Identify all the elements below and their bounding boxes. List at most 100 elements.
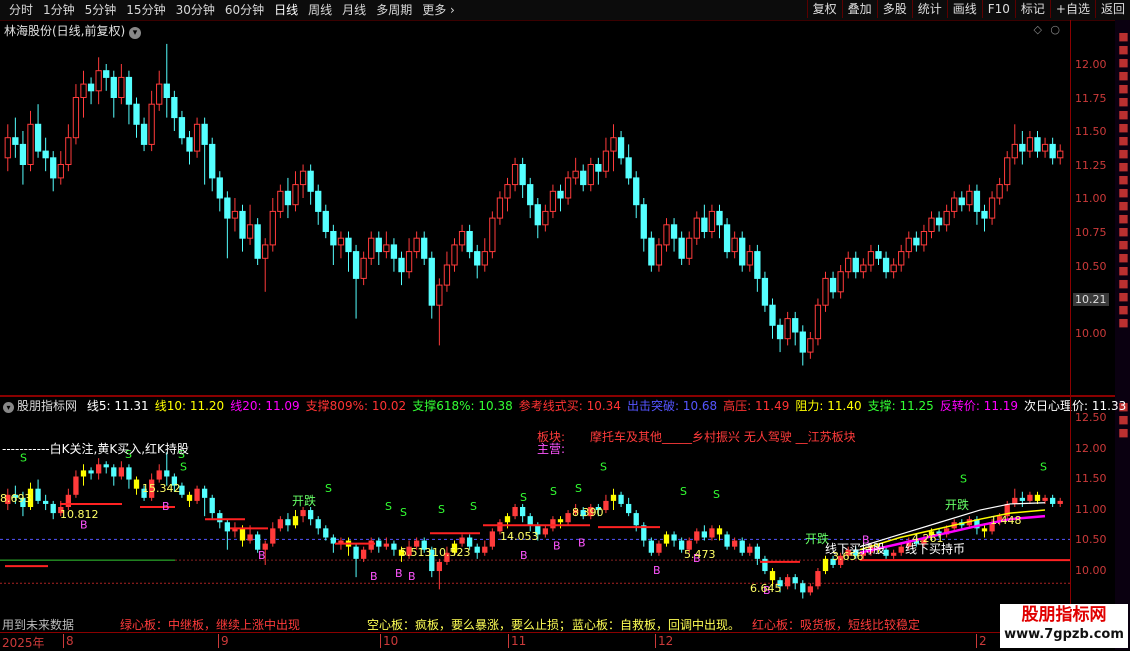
- ind-candle: [557, 519, 564, 523]
- mark-button[interactable]: 标记: [1014, 0, 1050, 18]
- ytick: 10.00: [1075, 327, 1107, 340]
- indicator-value: 参考线式买: 10.34: [518, 399, 621, 413]
- candle-down: [171, 97, 178, 119]
- candle-down: [254, 224, 261, 259]
- candle-up: [943, 210, 950, 226]
- candle-up: [860, 264, 867, 273]
- signal-value: 8.390: [572, 506, 604, 519]
- ind-candle: [663, 534, 670, 544]
- tab-daily[interactable]: 日线: [269, 2, 303, 18]
- watermark-url: www.7gpzb.com: [1004, 627, 1124, 642]
- candle-up: [602, 150, 610, 172]
- indicator-value: 支撑: 11.25: [867, 399, 934, 413]
- tab-5min[interactable]: 5分钟: [80, 2, 122, 18]
- candle-up: [511, 164, 519, 186]
- candle-down: [829, 277, 837, 293]
- ind-candle: [610, 494, 617, 501]
- ind-candle: [815, 571, 821, 587]
- sell-marker: S: [520, 491, 527, 504]
- tab-more[interactable]: 更多 ›: [417, 2, 460, 18]
- multi-stock-button[interactable]: 多股: [876, 0, 912, 18]
- sell-marker: S: [385, 500, 392, 513]
- candle-up: [587, 164, 594, 186]
- stats-button[interactable]: 统计: [911, 0, 947, 18]
- candle-up: [27, 123, 34, 166]
- indicator-menu-icon[interactable]: ▾: [3, 402, 14, 413]
- ind-candle: [807, 586, 814, 593]
- right-info-strip: ■■■■■■■■■■■■■■■■■■■■■■■ ■■■: [1115, 20, 1130, 650]
- sell-marker: S: [400, 506, 407, 519]
- main-kline-panel[interactable]: 林海股份(日线,前复权) ▾ ◇ ○: [0, 20, 1070, 395]
- ind-candle: [754, 546, 761, 559]
- candle-down: [209, 143, 216, 179]
- board-legend: 用到未来数据 绿心板：中继板，继续上涨中出现 空心板：疯板，要么暴涨，要么止损；…: [0, 614, 1115, 632]
- candle-up: [1026, 137, 1034, 152]
- ind-candle: [277, 519, 284, 529]
- candle-up: [80, 83, 87, 98]
- ind-candle: [164, 470, 170, 477]
- tab-60min[interactable]: 60分钟: [220, 2, 269, 18]
- ind-candle: [694, 531, 700, 541]
- candle-up: [65, 137, 72, 165]
- ind-candle: [724, 534, 730, 547]
- tab-15min[interactable]: 15分钟: [121, 2, 170, 18]
- signal-value: 3.656: [832, 550, 864, 563]
- candle-up: [443, 264, 451, 286]
- ind-candle: [292, 516, 299, 526]
- signal-value: 4.261: [912, 532, 944, 545]
- candle-down: [776, 324, 784, 340]
- candle-up: [867, 251, 875, 266]
- candle-up: [951, 197, 958, 212]
- indicator-value: 阻力: 11.40: [795, 399, 862, 413]
- candle-up: [784, 318, 791, 340]
- candle-down: [716, 210, 723, 226]
- tab-weekly[interactable]: 周线: [303, 2, 337, 18]
- candle-down: [178, 117, 186, 139]
- indicator-header: ▾ 股朋指标网 线5: 11.31 线10: 11.20 线20: 11.09 支撑80…: [0, 397, 1126, 414]
- buy-marker: B: [162, 500, 170, 513]
- ind-candle: [201, 488, 208, 498]
- candle-up: [807, 338, 814, 353]
- candle-down: [670, 224, 678, 239]
- candle-up: [966, 190, 973, 206]
- ind-candle: [784, 577, 791, 587]
- fuquan-button[interactable]: 复权: [806, 0, 842, 18]
- ind-candle: [368, 540, 374, 550]
- stock-title[interactable]: 林海股份(日线,前复权) ▾: [4, 22, 142, 39]
- kline-tip: -----------白K关注,黄K买入,红K持股: [2, 442, 189, 456]
- candle-up: [1004, 157, 1011, 186]
- ind-candle: [739, 540, 745, 553]
- ind-candle: [1049, 497, 1056, 504]
- tab-fenshi[interactable]: 分时: [4, 2, 38, 18]
- tab-1min[interactable]: 1分钟: [38, 2, 80, 18]
- month-label: 9: [218, 634, 229, 648]
- draw-line-button[interactable]: 画线: [946, 0, 982, 18]
- candle-down: [322, 210, 329, 232]
- candle-down: [678, 237, 685, 259]
- ind-candle: [88, 470, 94, 474]
- tab-multi-period[interactable]: 多周期: [371, 2, 417, 18]
- signal-value: 10.812: [60, 508, 99, 521]
- indicator-panel[interactable]: SSSSSSSSSSSSSSSSSBBBBBBBBBBBBB ---------…: [0, 414, 1070, 614]
- ind-candle: [50, 503, 56, 514]
- f10-button[interactable]: F10: [981, 0, 1015, 18]
- diamond-icon[interactable]: ◇: [1034, 23, 1042, 36]
- candle-down: [580, 170, 587, 186]
- candle-up: [814, 304, 822, 340]
- candle-down: [428, 257, 435, 306]
- ytick: 11.25: [1075, 159, 1107, 172]
- indicator-name[interactable]: 股朋指标网: [17, 399, 77, 413]
- ytick: 10.50: [1075, 533, 1107, 546]
- candle-up: [299, 170, 307, 186]
- settings-circle-icon[interactable]: ○: [1050, 23, 1060, 36]
- overlay-button[interactable]: 叠加: [841, 0, 877, 18]
- ytick: 10.75: [1075, 226, 1107, 239]
- back-button[interactable]: 返回: [1094, 0, 1130, 18]
- tab-30min[interactable]: 30分钟: [171, 2, 220, 18]
- candle-down: [981, 210, 988, 219]
- add-watchlist-button[interactable]: +自选: [1049, 0, 1095, 18]
- ind-candle: [709, 528, 715, 538]
- tab-monthly[interactable]: 月线: [337, 2, 371, 18]
- candle-down: [913, 237, 920, 246]
- ind-candle: [239, 528, 246, 541]
